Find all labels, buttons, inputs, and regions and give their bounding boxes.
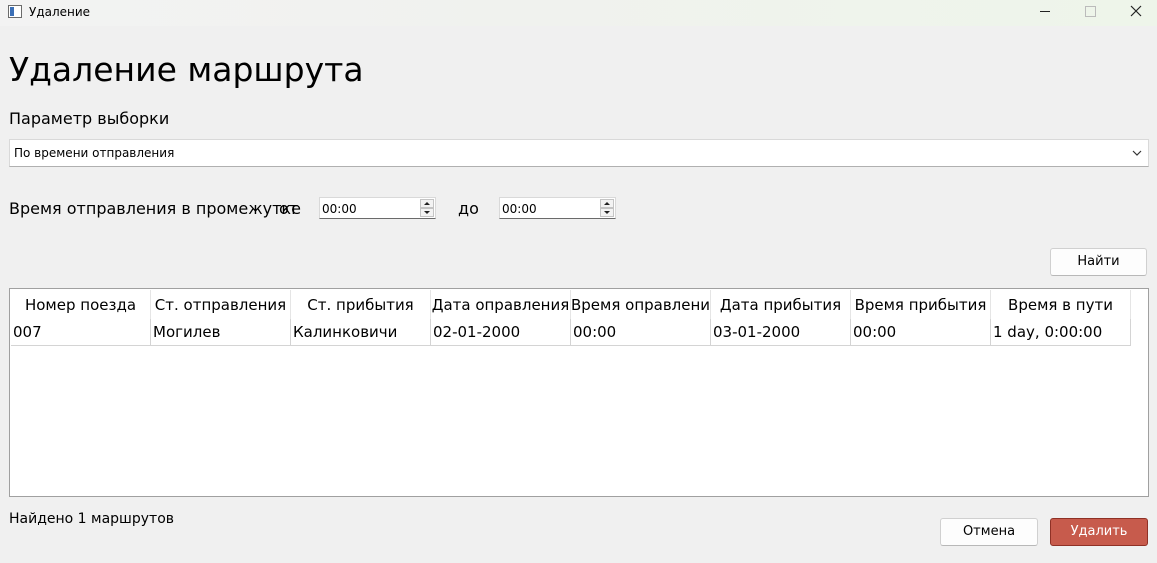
time-to-up-button[interactable] xyxy=(600,199,614,208)
time-to-value: 00:00 xyxy=(502,202,537,216)
close-button[interactable] xyxy=(1113,0,1157,24)
table-cell[interactable]: 007 xyxy=(11,319,151,346)
table-cell[interactable]: 1 day, 0:00:00 xyxy=(991,319,1131,346)
find-button[interactable]: Найти xyxy=(1050,248,1147,276)
table-cell[interactable]: 03-01-2000 xyxy=(711,319,851,346)
column-header[interactable]: Ст. отправления xyxy=(151,290,291,319)
table-cell[interactable]: Могилев xyxy=(151,319,291,346)
cancel-button[interactable]: Отмена xyxy=(940,518,1038,546)
table-cell[interactable]: 00:00 xyxy=(851,319,991,346)
column-header[interactable]: Номер поезда xyxy=(11,290,151,319)
column-header[interactable]: Дата оправления xyxy=(431,290,571,319)
table-row[interactable]: 007 Могилев Калинковичи 02-01-2000 00:00… xyxy=(11,319,1131,346)
time-range-label: Время отправления в промежутке xyxy=(9,199,301,218)
from-label: от xyxy=(279,199,299,218)
delete-route-window: Удаление Удаление маршрута Параметр выбо… xyxy=(0,0,1157,563)
time-to-down-button[interactable] xyxy=(600,208,614,217)
status-text: Найдено 1 маршрутов xyxy=(9,511,175,527)
table-cell[interactable]: 02-01-2000 xyxy=(431,319,571,346)
time-from-input[interactable]: 00:00 xyxy=(319,197,436,219)
close-icon xyxy=(1130,5,1142,17)
delete-button[interactable]: Удалить xyxy=(1050,518,1148,546)
column-header[interactable]: Время прибытия xyxy=(851,290,991,319)
table-cell[interactable]: Калинковичи xyxy=(291,319,431,346)
app-icon xyxy=(8,5,22,18)
column-header[interactable]: Время оправления xyxy=(571,290,711,319)
to-label: до xyxy=(458,199,479,218)
chevron-down-icon xyxy=(1132,150,1142,156)
minimize-button[interactable] xyxy=(1023,0,1069,24)
title-bar: Удаление xyxy=(0,0,1157,26)
table-header: Номер поезда Ст. отправления Ст. прибыти… xyxy=(11,290,1131,319)
filter-label: Параметр выборки xyxy=(9,109,170,128)
routes-table[interactable]: Номер поезда Ст. отправления Ст. прибыти… xyxy=(9,288,1149,497)
filter-select-value: По времени отправления xyxy=(14,146,175,160)
filter-select[interactable]: По времени отправления xyxy=(9,139,1149,167)
time-to-input[interactable]: 00:00 xyxy=(499,197,616,219)
time-from-down-button[interactable] xyxy=(420,208,434,217)
page-title: Удаление маршрута xyxy=(9,50,364,89)
window-title: Удаление xyxy=(29,5,91,19)
column-header[interactable]: Время в пути xyxy=(991,290,1131,319)
column-header[interactable]: Ст. прибытия xyxy=(291,290,431,319)
column-header[interactable]: Дата прибытия xyxy=(711,290,851,319)
maximize-button[interactable] xyxy=(1068,0,1114,24)
time-from-value: 00:00 xyxy=(322,202,357,216)
table-cell[interactable]: 00:00 xyxy=(571,319,711,346)
time-from-up-button[interactable] xyxy=(420,199,434,208)
